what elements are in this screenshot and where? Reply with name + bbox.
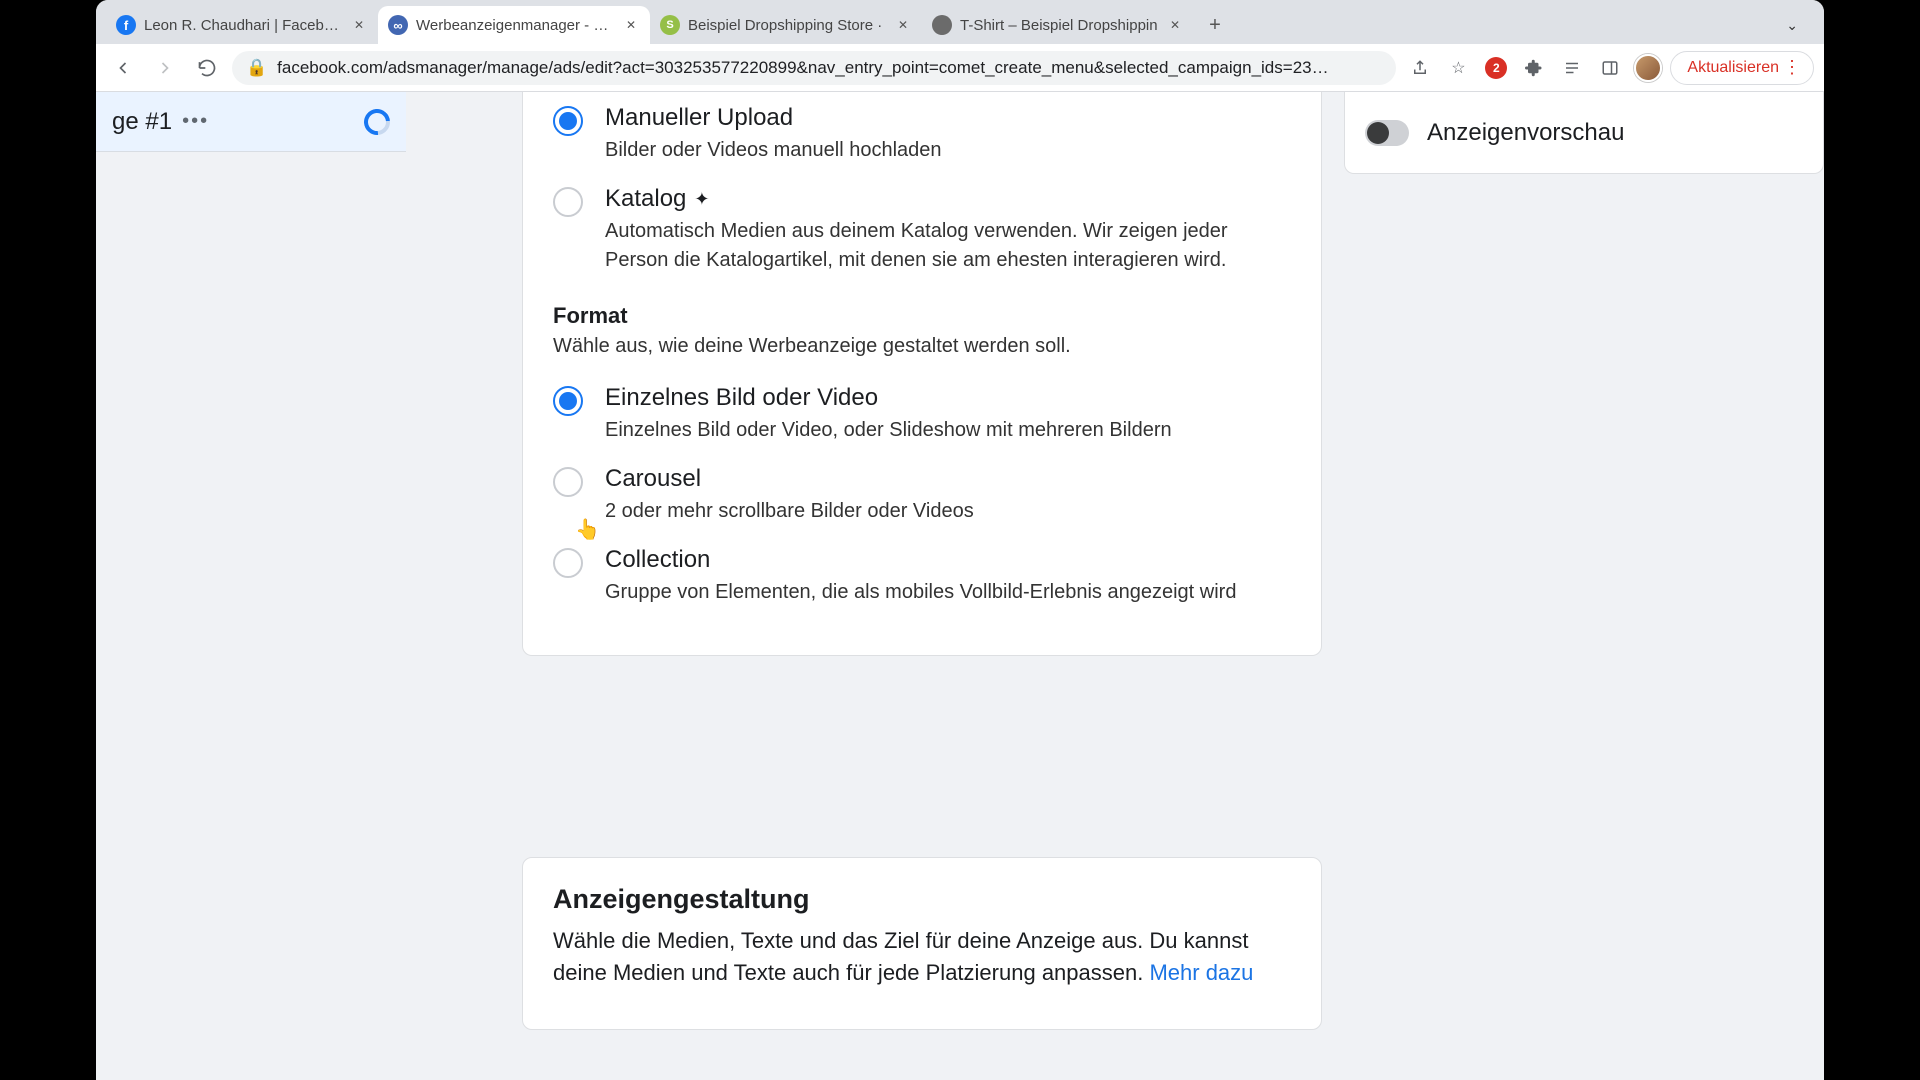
creative-desc: Wähle die Medien, Texte und das Ziel für… (553, 925, 1273, 989)
profile-avatar[interactable] (1632, 52, 1664, 84)
radio-icon[interactable] (553, 548, 583, 578)
close-icon[interactable]: ✕ (894, 14, 912, 36)
shopify-icon: S (660, 15, 680, 35)
format-heading: Format (523, 283, 1321, 329)
preview-toggle[interactable] (1365, 120, 1409, 146)
back-button[interactable] (106, 51, 140, 85)
forward-button[interactable] (148, 51, 182, 85)
radio-selected-icon[interactable] (553, 106, 583, 136)
url-text: facebook.com/adsmanager/manage/ads/edit?… (277, 58, 1382, 78)
browser-toolbar: 🔒 facebook.com/adsmanager/manage/ads/edi… (96, 44, 1824, 92)
preview-card: Anzeigenvorschau (1344, 92, 1824, 174)
reading-list-icon[interactable] (1556, 52, 1588, 84)
option-desc: Automatisch Medien aus deinem Katalog ve… (605, 217, 1285, 275)
meta-icon: ∞ (388, 15, 408, 35)
option-title: Collection (605, 546, 1291, 574)
option-title: Carousel (605, 465, 1291, 493)
menu-icon: ⋮ (1783, 57, 1801, 78)
option-desc: Bilder oder Videos manuell hochladen (605, 136, 1285, 165)
tab-label: Werbeanzeigenmanager - Wer (416, 17, 614, 34)
star-icon[interactable]: ☆ (1442, 52, 1474, 84)
extension-badge[interactable]: 2 (1480, 52, 1512, 84)
browser-tab[interactable]: ∞ Werbeanzeigenmanager - Wer ✕ (378, 6, 650, 44)
browser-tab[interactable]: f Leon R. Chaudhari | Facebook ✕ (106, 6, 378, 44)
format-option-collection[interactable]: Collection Gruppe von Elementen, die als… (523, 534, 1321, 615)
ad-name-label: ge #1 (112, 108, 172, 136)
option-desc: Einzelnes Bild oder Video, oder Slidesho… (605, 416, 1285, 445)
lock-icon: 🔒 (246, 58, 267, 78)
extensions-icon[interactable] (1518, 52, 1550, 84)
tab-label: T-Shirt – Beispiel Dropshippin (960, 17, 1158, 34)
option-desc: Gruppe von Elementen, die als mobiles Vo… (605, 578, 1285, 607)
radio-icon[interactable] (553, 467, 583, 497)
reload-button[interactable] (190, 51, 224, 85)
progress-icon (359, 103, 396, 140)
option-desc: 2 oder mehr scrollbare Bilder oder Video… (605, 497, 1285, 526)
format-desc: Wähle aus, wie deine Werbeanzeige gestal… (523, 329, 1321, 372)
update-label: Aktualisieren (1687, 59, 1779, 77)
facebook-icon: f (116, 15, 136, 35)
address-bar[interactable]: 🔒 facebook.com/adsmanager/manage/ads/edi… (232, 51, 1396, 85)
more-icon[interactable]: ••• (182, 110, 209, 133)
tab-label: Leon R. Chaudhari | Facebook (144, 17, 342, 34)
sidepanel-icon[interactable] (1594, 52, 1626, 84)
store-icon (932, 15, 952, 35)
share-icon[interactable] (1404, 52, 1436, 84)
page-content: ge #1 ••• Manueller Upload Bilder oder V… (96, 92, 1824, 1080)
option-title: Einzelnes Bild oder Video (605, 384, 1291, 412)
sidebar-item[interactable]: ge #1 ••• (96, 92, 406, 152)
close-icon[interactable]: ✕ (350, 14, 368, 36)
creative-heading: Anzeigengestaltung (553, 884, 1291, 915)
media-option-manual[interactable]: Manueller Upload Bilder oder Videos manu… (523, 92, 1321, 173)
format-option-carousel[interactable]: Carousel 2 oder mehr scrollbare Bilder o… (523, 453, 1321, 534)
browser-tab[interactable]: T-Shirt – Beispiel Dropshippin ✕ (922, 6, 1194, 44)
creative-card: Anzeigengestaltung Wähle die Medien, Tex… (522, 857, 1322, 1030)
close-icon[interactable]: ✕ (622, 14, 640, 36)
close-icon[interactable]: ✕ (1166, 14, 1184, 36)
option-title: Katalog ✦ (605, 185, 1291, 213)
radio-selected-icon[interactable] (553, 386, 583, 416)
tab-overflow-icon[interactable]: ⌄ (1786, 17, 1798, 34)
media-option-catalog[interactable]: Katalog ✦ Automatisch Medien aus deinem … (523, 173, 1321, 283)
update-button[interactable]: Aktualisieren ⋮ (1670, 51, 1814, 85)
sparkle-icon: ✦ (694, 189, 709, 210)
new-tab-button[interactable]: + (1200, 10, 1230, 40)
radio-icon[interactable] (553, 187, 583, 217)
preview-label: Anzeigenvorschau (1427, 119, 1624, 147)
learn-more-link[interactable]: Mehr dazu (1149, 960, 1253, 985)
option-title: Manueller Upload (605, 104, 1291, 132)
browser-tabbar: f Leon R. Chaudhari | Facebook ✕ ∞ Werbe… (96, 0, 1824, 44)
browser-tab[interactable]: S Beispiel Dropshipping Store · ✕ (650, 6, 922, 44)
format-option-single[interactable]: Einzelnes Bild oder Video Einzelnes Bild… (523, 372, 1321, 453)
ad-setup-card: Manueller Upload Bilder oder Videos manu… (522, 92, 1322, 656)
tab-label: Beispiel Dropshipping Store · (688, 17, 886, 34)
